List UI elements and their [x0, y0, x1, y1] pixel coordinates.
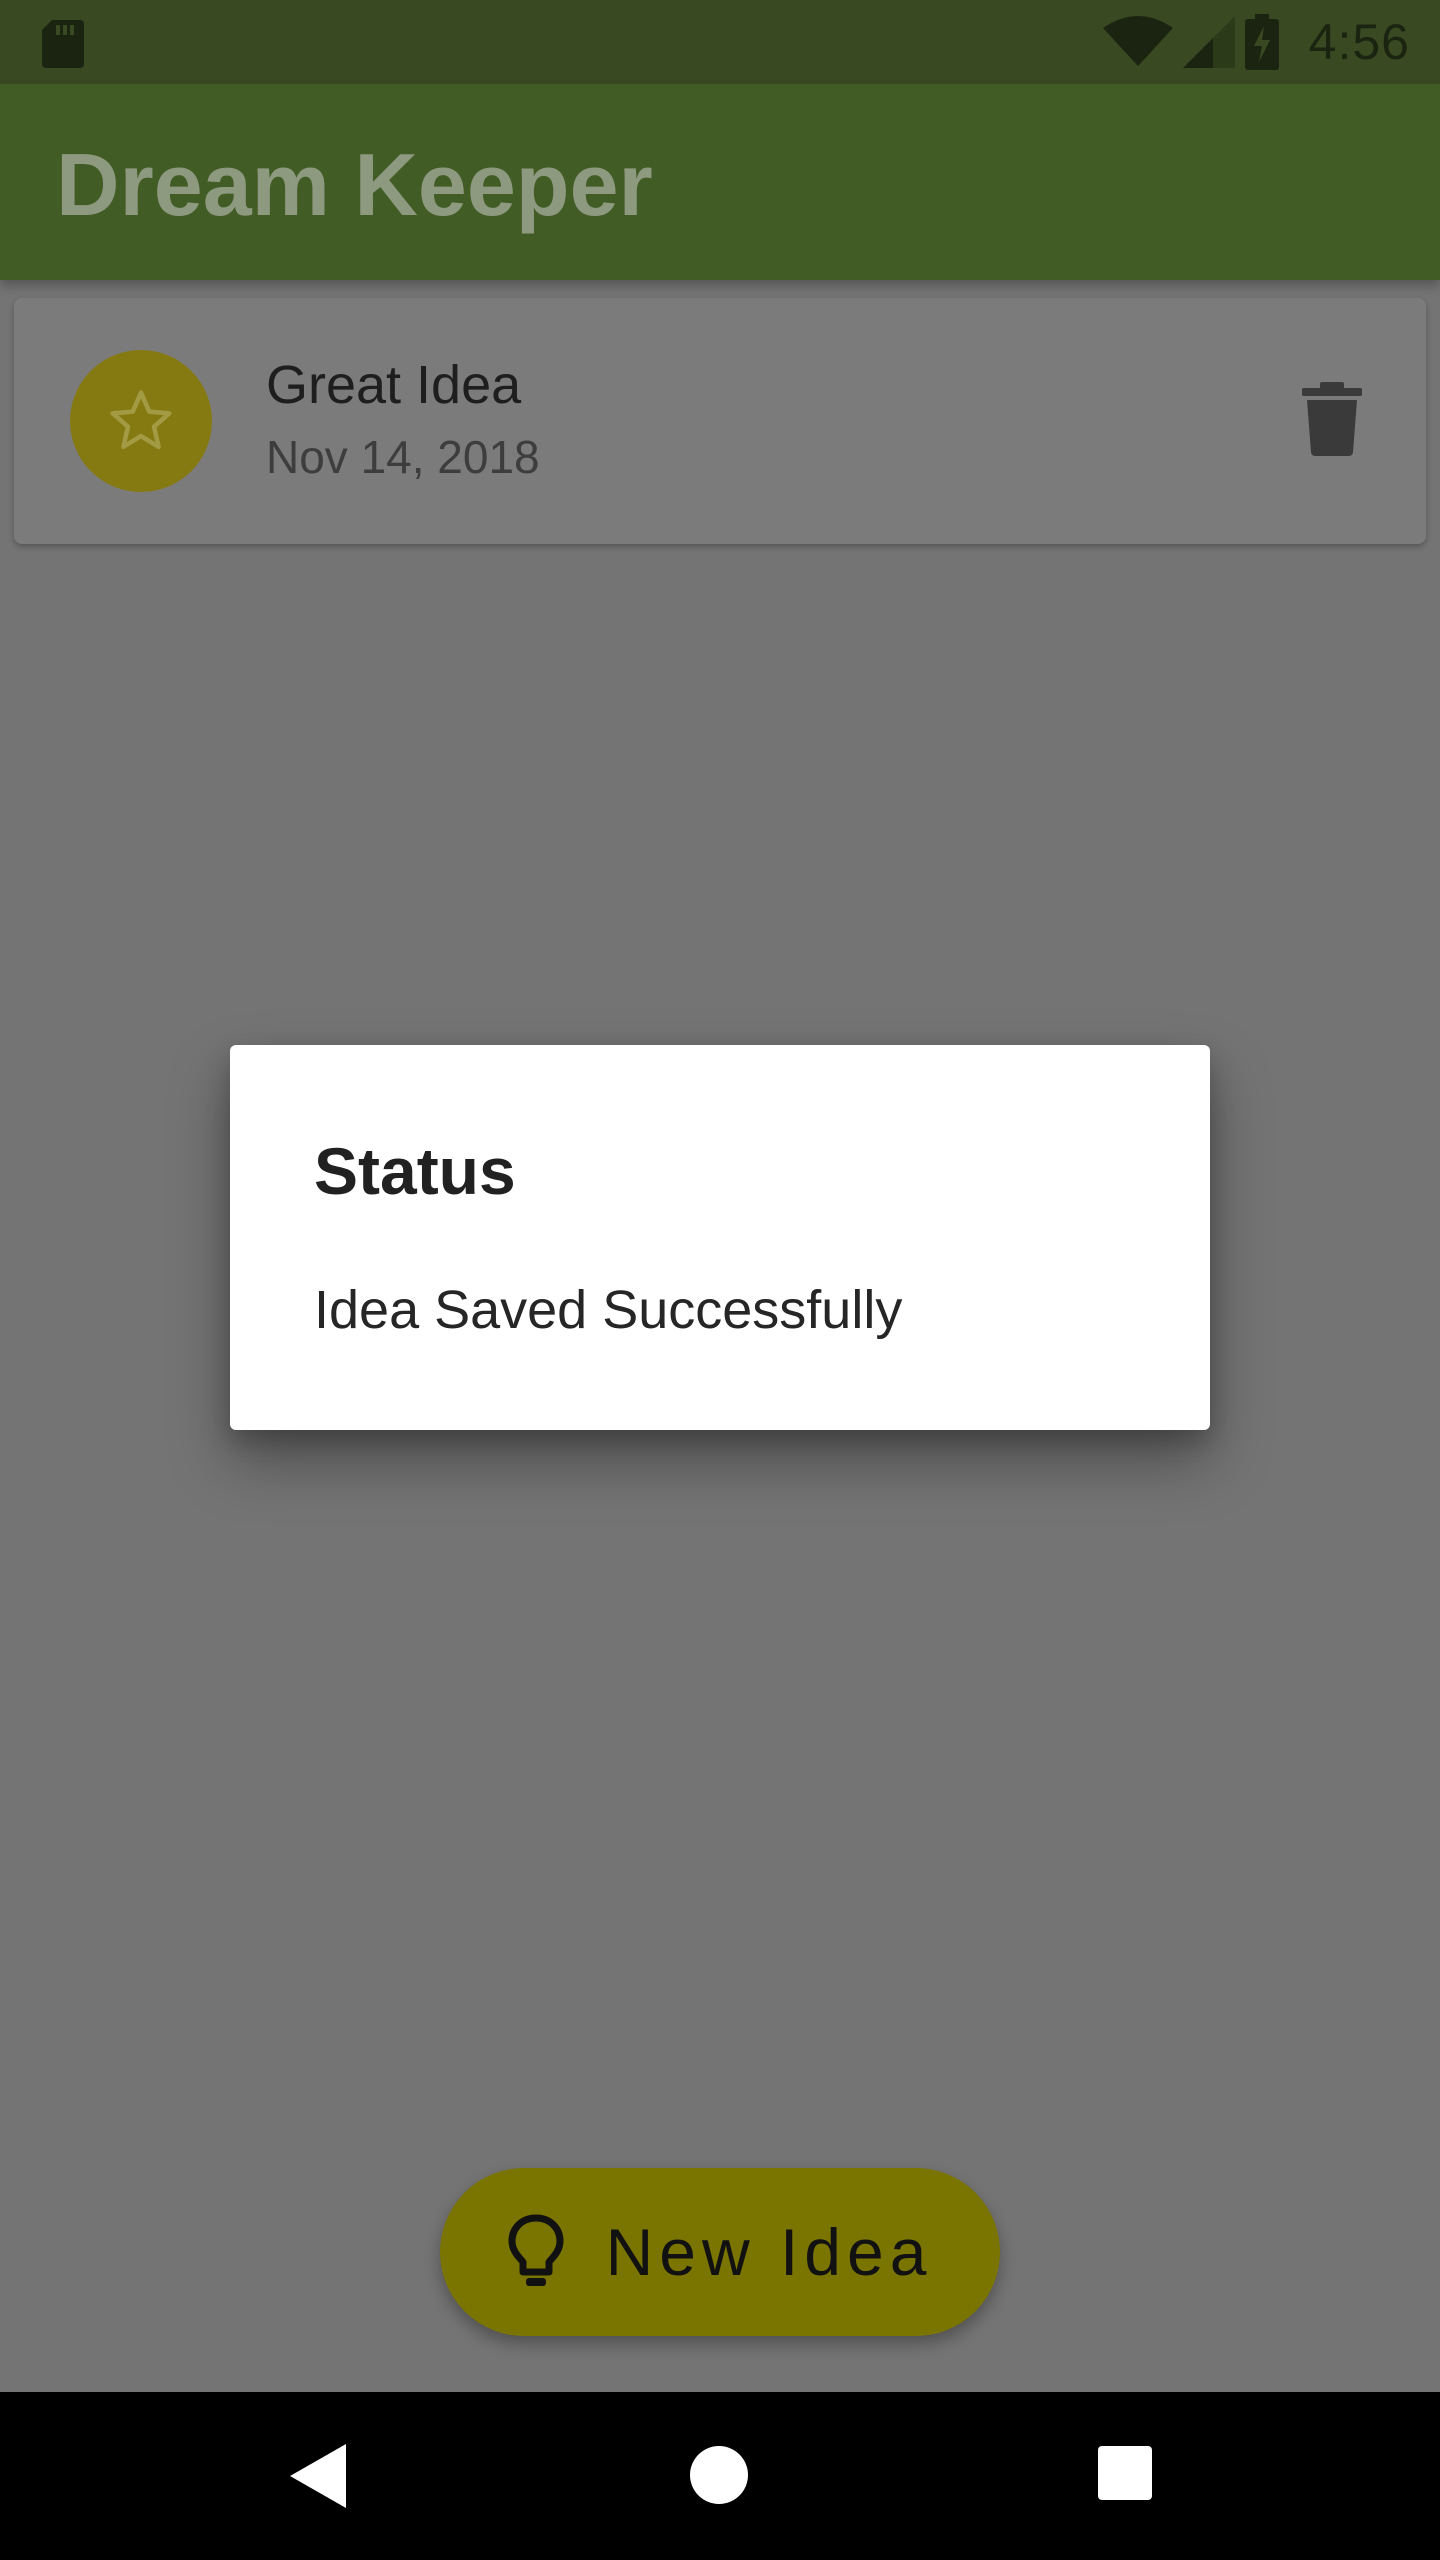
status-dialog: Status Idea Saved Successfully — [230, 1045, 1210, 1430]
new-idea-button[interactable]: New Idea — [440, 2168, 1000, 2336]
nav-bar — [0, 2392, 1440, 2560]
idea-date: Nov 14, 2018 — [266, 431, 540, 483]
battery-charging-icon — [1244, 14, 1279, 70]
idea-avatar — [70, 350, 212, 492]
sd-card-icon — [42, 20, 84, 68]
dialog-title: Status — [314, 1134, 516, 1208]
new-idea-label: New Idea — [605, 2215, 933, 2289]
status-time: 4:56 — [1308, 14, 1410, 70]
app-bar: Dream Keeper — [0, 84, 1440, 280]
status-bar: 4:56 — [0, 0, 1440, 84]
home-icon[interactable] — [690, 2446, 748, 2504]
status-icons: 4:56 — [1102, 0, 1410, 84]
recents-icon[interactable] — [1098, 2446, 1152, 2500]
dialog-message: Idea Saved Successfully — [314, 1280, 903, 1340]
trash-icon[interactable] — [1302, 382, 1362, 456]
idea-card[interactable]: Great Idea Nov 14, 2018 — [14, 298, 1426, 544]
screen: 4:56 Dream Keeper Great Idea Nov 14, 201… — [0, 0, 1440, 2560]
cell-signal-icon — [1182, 16, 1235, 68]
idea-title: Great Idea — [266, 355, 522, 415]
back-icon[interactable] — [290, 2444, 346, 2508]
star-icon — [110, 390, 172, 450]
app-title: Dream Keeper — [56, 135, 653, 234]
wifi-icon — [1102, 16, 1173, 66]
lightbulb-icon — [508, 2214, 564, 2286]
